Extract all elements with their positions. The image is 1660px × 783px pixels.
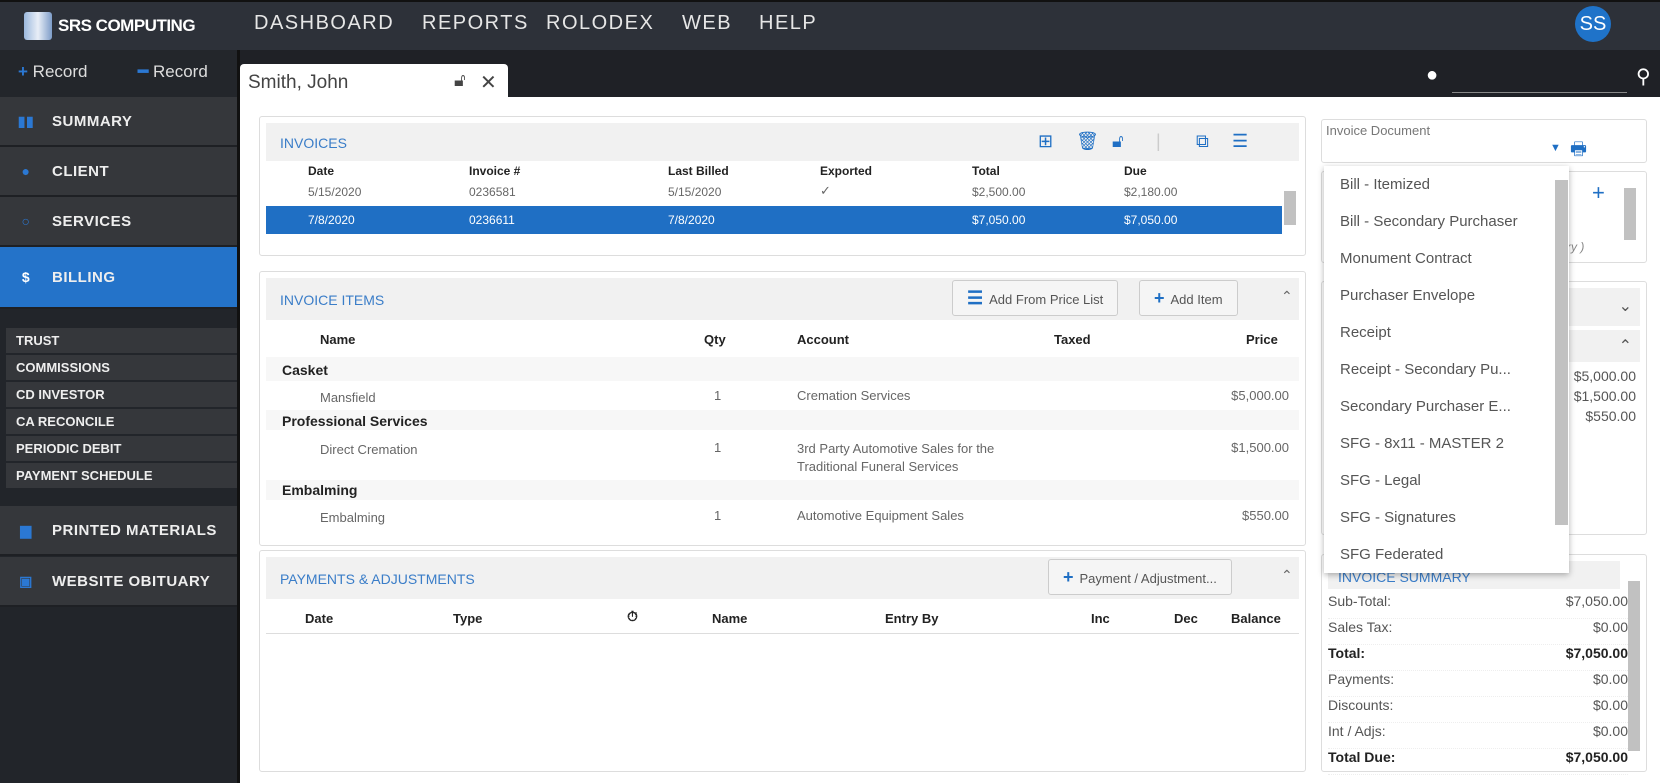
search-icon[interactable]: ⚲ (1636, 64, 1651, 89)
dropdown-arrow-icon[interactable]: ▼ (1550, 142, 1561, 154)
payments-panel: PAYMENTS & ADJUSTMENTS + Payment / Adjust… (259, 550, 1306, 772)
circle-icon: ○ (21, 213, 31, 229)
top-bar: SRS COMPUTING DASHBOARD REPORTS ROLODEX … (0, 0, 1660, 50)
invoice-row[interactable]: 5/15/2020 0236581 5/15/2020 ✓ $2,500.00 … (266, 183, 1282, 203)
option-secondary-purchaser-e[interactable]: Secondary Purchaser E... (1324, 388, 1569, 425)
expand-icon[interactable]: ⌄ (1619, 296, 1632, 316)
group-name: Casket (282, 362, 328, 378)
add-from-price-list-button[interactable]: ☰ Add From Price List (952, 280, 1119, 316)
separator: | (1156, 131, 1161, 151)
option-bill-itemized[interactable]: Bill - Itemized (1324, 166, 1569, 203)
invoice-document-dropdown: Bill - Itemized Bill - Secondary Purchas… (1324, 166, 1569, 573)
sidebar-sub-cd-investor[interactable]: CD INVESTOR (6, 382, 237, 407)
nav-help[interactable]: HELP (759, 12, 817, 35)
add-item-button[interactable]: + Add Item (1139, 280, 1238, 316)
dropdown-scrollbar[interactable] (1555, 180, 1568, 525)
invoices-panel: INVOICES ⊞ 🗑︎ 🔓︎ | ⧉ ☰ Date Invoice # La… (259, 116, 1306, 256)
add-invoice-icon[interactable]: ⊞ (1038, 131, 1053, 152)
record-row: + Record ━ Record (0, 50, 239, 97)
option-purchaser-envelope[interactable]: Purchaser Envelope (1324, 277, 1569, 314)
summary-scrollbar[interactable] (1628, 581, 1640, 751)
close-icon[interactable]: ✕ (480, 70, 497, 95)
tab-smith-john[interactable]: Smith, John 🔓︎ ✕ (240, 64, 508, 98)
sidebar-item-printed-materials[interactable]: ▆ PRINTED MATERIALS (0, 506, 237, 556)
sidebar-item-billing[interactable]: $ BILLING (0, 247, 237, 309)
item-name: Mansfield (320, 390, 376, 405)
timer-icon: ⏱ (627, 608, 638, 624)
sidebar-sub-trust[interactable]: TRUST (6, 328, 237, 353)
dollar-icon: $ (21, 269, 31, 285)
invoice-document-select[interactable]: Invoice Document ▼ 🖶︎ (1321, 119, 1647, 163)
sidebar-item-summary[interactable]: ▮▮ SUMMARY (0, 97, 237, 147)
avatar[interactable]: SS (1575, 6, 1611, 42)
nav-web[interactable]: WEB (682, 12, 732, 35)
item-name: Embalming (320, 510, 386, 525)
collapse-icon[interactable]: ⌃ (1281, 288, 1293, 305)
remove-record-button[interactable]: ━ Record (138, 62, 208, 82)
print-icon[interactable]: 🖶︎ (1570, 137, 1587, 167)
sidebar-item-website-obituary[interactable]: ▣ WEBSITE OBITUARY (0, 557, 237, 607)
search-input[interactable] (1452, 92, 1627, 93)
open-external-icon[interactable]: ⧉ (1196, 131, 1209, 152)
item-name: Direct Cremation (320, 442, 418, 457)
plus-icon: + (1063, 567, 1074, 587)
user-icon: ● (1426, 64, 1439, 86)
person-icon: ● (21, 163, 31, 179)
lock-icon[interactable]: 🔓︎ (454, 70, 466, 91)
plus-icon: + (1154, 288, 1165, 308)
trash-icon[interactable]: 🗑︎ (1076, 131, 1099, 152)
align-icon[interactable]: ☰ (1232, 131, 1248, 152)
web-icon: ▣ (19, 572, 33, 589)
option-bill-secondary-purchaser[interactable]: Bill - Secondary Purchaser (1324, 203, 1569, 240)
option-monument-contract[interactable]: Monument Contract (1324, 240, 1569, 277)
list-icon: ☰ (967, 288, 984, 308)
invoice-items-panel: INVOICE ITEMS ☰ Add From Price List + Add … (259, 271, 1306, 546)
sidebar-sub-commissions[interactable]: COMMISSIONS (6, 355, 237, 380)
lock-icon[interactable]: 🔓︎ (1112, 131, 1124, 152)
invoices-header: INVOICES ⊞ 🗑︎ 🔓︎ | ⧉ ☰ (266, 123, 1299, 161)
sidebar-sub-payment-schedule[interactable]: PAYMENT SCHEDULE (6, 463, 237, 488)
sidebar-item-client[interactable]: ● CLIENT (0, 147, 237, 197)
bars-icon: ▮▮ (17, 112, 35, 129)
payments-header: PAYMENTS & ADJUSTMENTS + Payment / Adjust… (266, 557, 1299, 599)
invoice-row-selected[interactable]: 7/8/2020 0236611 7/8/2020 $7,050.00 $7,0… (266, 206, 1282, 234)
option-sfg-signatures[interactable]: SFG - Signatures (1324, 499, 1569, 536)
nav-rolodex[interactable]: ROLODEX (546, 12, 654, 35)
collapse-icon[interactable]: ⌃ (1281, 567, 1293, 584)
nav-dashboard[interactable]: DASHBOARD (254, 12, 394, 35)
sidebar: + Record ━ Record ▮▮ SUMMARY ● CLIENT ○ SER… (0, 50, 239, 783)
invoices-scrollbar[interactable] (1284, 191, 1296, 225)
logo-icon (24, 12, 52, 40)
sidebar-sub-ca-reconcile[interactable]: CA RECONCILE (6, 409, 237, 434)
printer-icon: ▆ (20, 521, 32, 538)
option-receipt-secondary[interactable]: Receipt - Secondary Pu... (1324, 351, 1569, 388)
sidebar-item-services[interactable]: ○ SERVICES (0, 197, 237, 247)
collapse-icon[interactable]: ⌃ (1619, 336, 1632, 356)
option-receipt[interactable]: Receipt (1324, 314, 1569, 351)
option-sfg-federated[interactable]: SFG Federated (1324, 536, 1569, 573)
add-payment-button[interactable]: + Payment / Adjustment... (1048, 559, 1232, 595)
invoice-items-header: INVOICE ITEMS ☰ Add From Price List + Add … (266, 278, 1299, 320)
plus-icon[interactable]: + (1592, 180, 1605, 206)
group-name: Professional Services (282, 413, 428, 429)
logo[interactable]: SRS COMPUTING (24, 12, 196, 40)
option-sfg-legal[interactable]: SFG - Legal (1324, 462, 1569, 499)
nav-reports[interactable]: REPORTS (422, 12, 529, 35)
sidebar-sub-periodic-debit[interactable]: PERIODIC DEBIT (6, 436, 237, 461)
group-name: Embalming (282, 482, 358, 498)
option-sfg-8x11-master-2[interactable]: SFG - 8x11 - MASTER 2 (1324, 425, 1569, 462)
invoice-summary-panel: INVOICE SUMMARY Sub-Total: $7,050.00 Sale… (1321, 554, 1647, 775)
add-record-button[interactable]: + Record (18, 62, 87, 82)
